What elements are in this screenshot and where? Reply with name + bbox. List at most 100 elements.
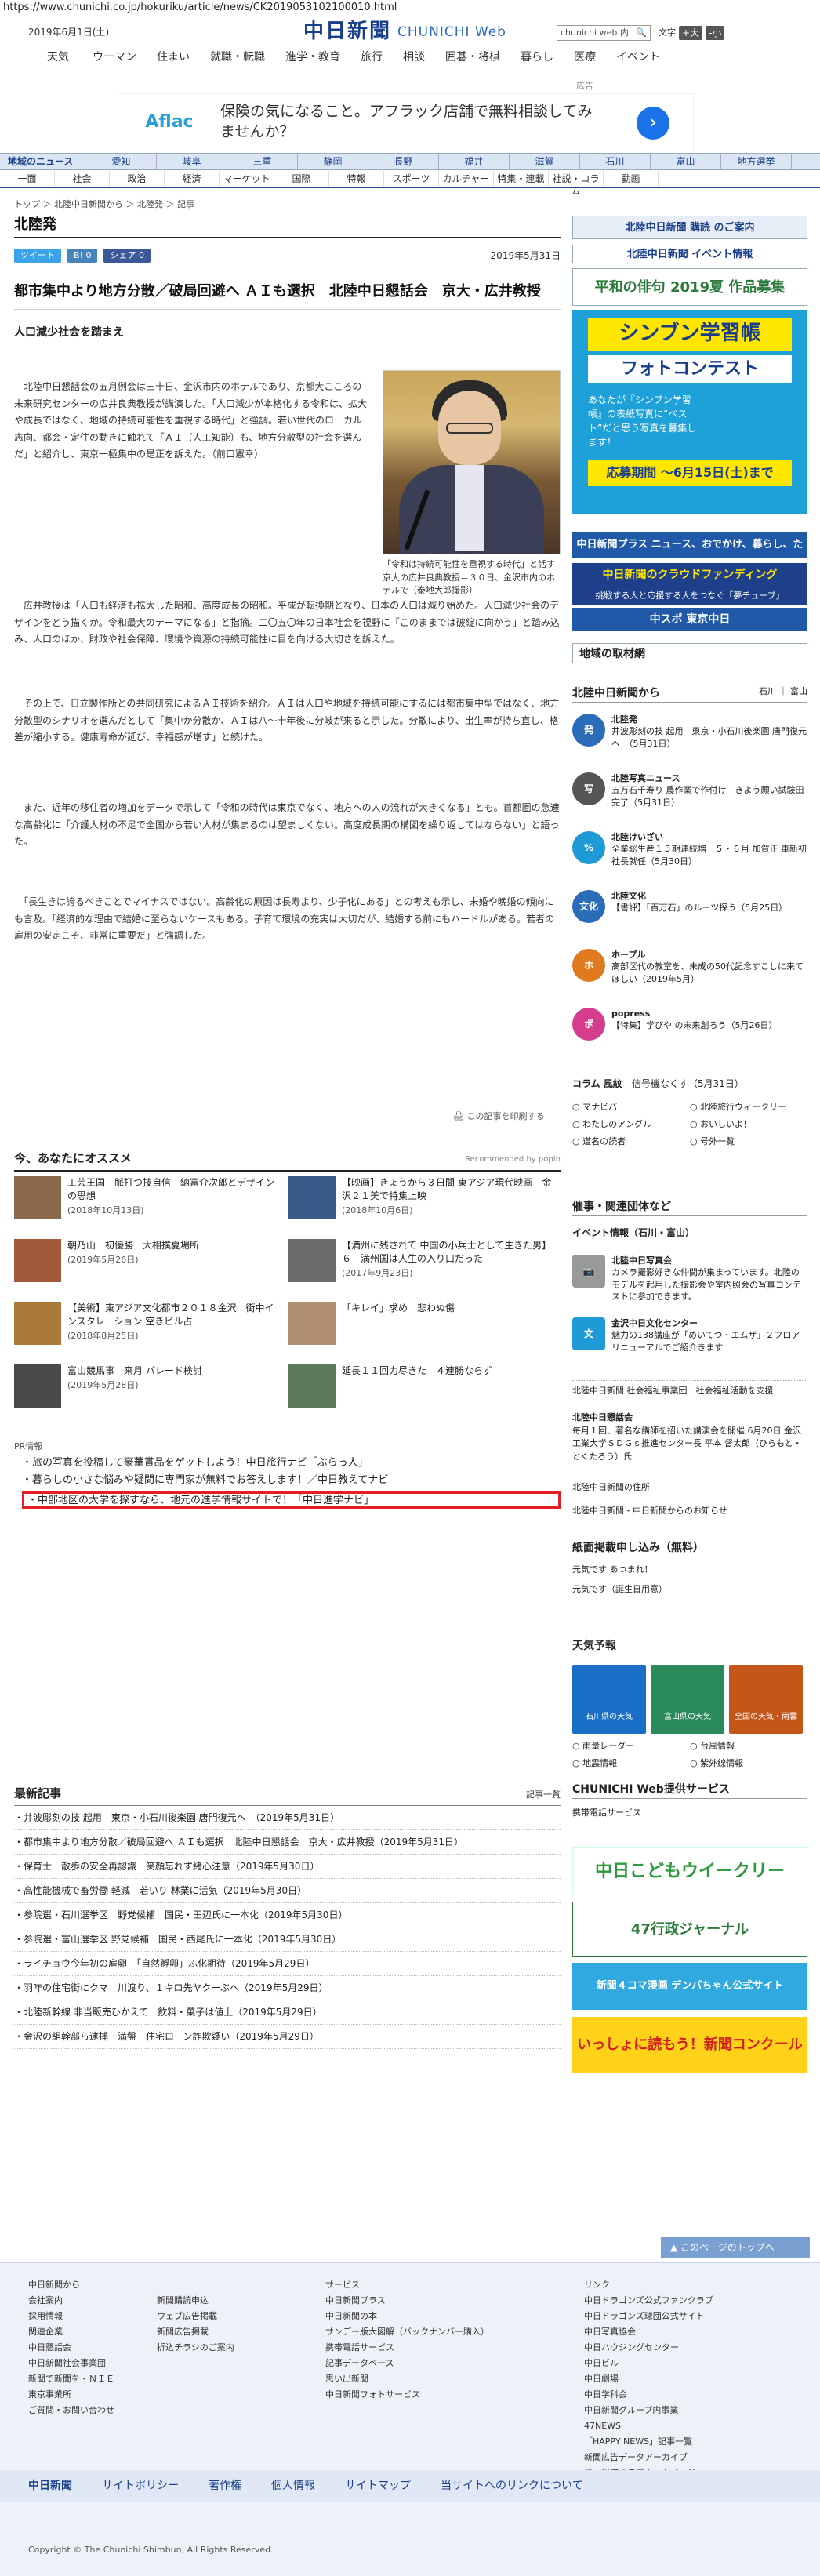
form-item[interactable]: 元気です（誕生日用意） (572, 1584, 667, 1595)
region-nav-item[interactable]: 岐阜 (157, 154, 227, 169)
reco-item[interactable]: 【映画】きょうから３日間 東アジア現代映画 金沢２１美で特集上映 (2018年10… (288, 1176, 555, 1219)
top-nav-item[interactable]: 天気 (47, 50, 69, 64)
latest-item[interactable]: ・北陸新幹線 非当販売ひかえて 飲料・菓子は値上（2019年5月29日） (14, 2000, 561, 2025)
footer-link[interactable]: 思い出新聞 (325, 2371, 489, 2387)
reco-thumb[interactable] (288, 1239, 336, 1282)
footer-bottom-link[interactable]: 著作権 (209, 2479, 241, 2493)
event-item[interactable]: 文 金沢中日文化センター 魅力の138講座が「めいてつ・エムザ」２フロアリニューア… (572, 1317, 807, 1353)
latest-item[interactable]: ・都市集中より地方分散／破局回避へ ＡＩも選択 北陸中日懇話会 京大・広井教授（… (14, 1830, 561, 1855)
reco-item[interactable]: 「キレイ」求め 悲わぬ傷 (288, 1302, 555, 1345)
region-nav-item[interactable]: 地域のニュース (0, 154, 86, 169)
category-nav-item[interactable]: 社会 (55, 171, 110, 187)
footer-link[interactable]: 中日ビル (584, 2356, 713, 2371)
footer-link[interactable]: 中日写真協会 (584, 2324, 713, 2340)
side-link[interactable]: ○ わたしのアングル (572, 1119, 690, 1136)
news-link[interactable]: 北陸中日新聞・中日新聞からのお知らせ (572, 1506, 727, 1517)
weather-item[interactable]: 富山県の天気 (651, 1665, 724, 1734)
footer-link[interactable]: 47NEWS (584, 2418, 713, 2434)
reco-thumb[interactable] (14, 1302, 61, 1345)
latest-item[interactable]: ・高性能機械で畜労働 軽減 若いり 林業に活気（2019年5月30日） (14, 1879, 561, 1903)
top-nav-item[interactable]: 医療 (574, 50, 596, 64)
footer-link[interactable]: 会社案内 (28, 2293, 114, 2309)
category-nav-item[interactable]: 経済 (165, 171, 220, 187)
region-nav-item[interactable]: 愛知 (86, 154, 157, 169)
subscribe-banner[interactable]: 北陸中日新聞 購読 のご案内 (572, 216, 807, 239)
print-link[interactable]: 🖨 この記事を印刷する (453, 1111, 544, 1122)
footer-link[interactable]: ウェブ広告掲載 (157, 2309, 234, 2324)
side-link[interactable]: ○ マナビバ (572, 1102, 690, 1119)
from-item-text[interactable]: 【書評】「百万石」のルーツ探う（5月25日） (611, 902, 787, 914)
pr-item[interactable]: ・暮らしの小さな悩みや疑問に専門家が無料でお答えします！／中日教えてナビ (22, 1474, 561, 1491)
footer-link[interactable]: 採用情報 (28, 2309, 114, 2324)
address-link[interactable]: 北陸中日新聞の住所 (572, 1482, 650, 1493)
from-item-title[interactable]: 北陸けいざい (611, 832, 663, 842)
sports-banner[interactable]: 中スポ 東京中日 (572, 608, 807, 631)
column-link[interactable]: コラム 風紋 信号機なくす（5月31日） (572, 1078, 807, 1092)
from-item-title[interactable]: 北陸発 (611, 714, 637, 725)
reco-item[interactable]: 富山競馬事 来月 パレード検討 (2019年5月28日) (14, 1364, 281, 1408)
footer-link[interactable]: 中日ドラゴンズ公式ファンクラブ (584, 2293, 713, 2309)
footer-link[interactable]: 中日新聞プラス (325, 2293, 489, 2309)
reco-thumb[interactable] (14, 1176, 61, 1219)
region-nav-item[interactable]: 三重 (227, 154, 298, 169)
latest-item[interactable]: ・ライチョウ今年初の雇卵 「自然孵卵」ふ化期待（2019年5月29日） (14, 1952, 561, 1976)
footer-link[interactable]: 中日新聞社会事業団 (28, 2356, 114, 2371)
page-top-link[interactable]: ▲ このページのトップへ (661, 2237, 810, 2258)
photo-contest-banner[interactable]: シンブン学習帳 フォトコンテスト あなたが『シンブン学習帳』の表紙写真に“ベスト… (572, 310, 807, 514)
reco-title[interactable]: 【映画】きょうから３日間 東アジア現代映画 金沢２１美で特集上映 (342, 1176, 555, 1203)
from-item[interactable]: 写北陸写真ニュース 五万石千寿り 農作業で作付け きよう願い試験田完了（5月31日… (572, 772, 807, 808)
reco-title[interactable]: 工芸王国 脈打つ技自信 納富介次郎とデザインの思想 (67, 1176, 281, 1203)
category-nav-item[interactable]: スポーツ (384, 171, 439, 187)
side-link[interactable]: ○ 道名の読者 (572, 1136, 690, 1154)
footer-link[interactable]: 東京事業所 (28, 2387, 114, 2403)
reco-title[interactable]: 富山競馬事 来月 パレード検討 (67, 1364, 202, 1378)
region-nav-item[interactable]: 富山 (651, 154, 721, 169)
category-nav-item[interactable]: マーケット (220, 171, 274, 187)
footer-link[interactable]: 折込チラシのご案内 (157, 2340, 234, 2356)
reco-title[interactable]: 「キレイ」求め 悲わぬ傷 (342, 1302, 455, 1315)
from-item-title[interactable]: 北陸文化 (611, 891, 646, 901)
reco-thumb[interactable] (288, 1302, 336, 1345)
article-photo[interactable] (383, 370, 561, 554)
category-nav-item[interactable]: 特報 (329, 171, 384, 187)
from-item-text[interactable]: 五万石千寿り 農作業で作付け きよう願い試験田完了（5月31日） (611, 784, 807, 808)
from-item-title[interactable]: ホープル (611, 950, 645, 960)
browser-url[interactable]: https://www.chunichi.co.jp/hokuriku/arti… (0, 0, 820, 16)
local-network-link[interactable]: 地域の取材網 (572, 643, 807, 663)
footer-bottom-link[interactable]: 当サイトへのリンクについて (441, 2479, 583, 2493)
latest-item[interactable]: ・参院選・石川選挙区 野党候補 国民・田辺氏に一本化（2019年5月30日） (14, 1903, 561, 1927)
top-nav-item[interactable]: 暮らし (521, 50, 553, 64)
weather-item[interactable]: 石川県の天気 (572, 1665, 646, 1734)
form-item[interactable]: 元気です あつまれ！ (572, 1564, 653, 1575)
footer-link[interactable]: 中日懇話会 (28, 2340, 114, 2356)
from-item[interactable]: ホホープル 高部区代の教室を、未成の50代記念すこしに来てほしい（2019年5月） (572, 949, 807, 985)
region-nav-item[interactable]: 滋賀 (510, 154, 580, 169)
footer-link[interactable]: 中日新聞の本 (325, 2309, 489, 2324)
gyosei-journal-banner[interactable]: 47行政ジャーナル (572, 1902, 807, 1957)
top-nav-item[interactable]: 就職・転職 (210, 50, 265, 64)
from-item-text[interactable]: 高部区代の教室を、未成の50代記念すこしに来てほしい（2019年5月） (611, 961, 807, 985)
search-icon[interactable]: 🔍 (636, 27, 647, 38)
reco-thumb[interactable] (14, 1364, 61, 1408)
kodomo-weekly-banner[interactable]: 中日こどもウイークリー (572, 1847, 807, 1895)
side-link[interactable]: ○ 号外一覧 (690, 1136, 807, 1154)
top-nav-item[interactable]: 住まい (157, 50, 190, 64)
weather-link[interactable]: ○ 地震情報 (572, 1758, 690, 1775)
region-links[interactable]: 石川 ｜ 富山 (759, 686, 807, 697)
region-nav-item[interactable]: 地方選挙 (721, 154, 792, 169)
top-nav-item[interactable]: ウーマン (93, 50, 136, 64)
welfare-link[interactable]: 北陸中日新聞 社会福祉事業団 社会福祉活動を支援 (572, 1380, 807, 1397)
reco-item[interactable]: 朝乃山 初優勝 大相撲夏場所 (2019年5月26日) (14, 1239, 281, 1282)
fontsize-minus-button[interactable]: -小 (706, 26, 725, 40)
from-item-text[interactable]: 【特集】学びや の未来創ろう（5月26日） (611, 1019, 778, 1031)
haiku-banner[interactable]: 平和の俳句 2019夏 作品募集 (572, 268, 807, 306)
weather-link[interactable]: ○ 紫外線情報 (690, 1758, 807, 1775)
footer-bottom-link[interactable]: 中日新聞 (28, 2479, 72, 2493)
side-link[interactable]: ○ 北陸旅行ウィークリー (690, 1102, 807, 1119)
footer-link[interactable]: 新聞広告データアーカイブ (584, 2450, 713, 2465)
ad-banner[interactable]: Aflac 保険の気になること。アフラック店舗で無料相談してみませんか？ › (118, 93, 694, 151)
region-nav-item[interactable]: 静岡 (298, 154, 368, 169)
footer-link[interactable]: ご質問・お問い合わせ (28, 2403, 114, 2418)
chevron-right-icon[interactable]: › (637, 107, 669, 140)
from-item-text[interactable]: 井波彫刻の技 起用 東京・小石川後楽園 唐門復元へ （5月31日） (611, 725, 807, 750)
